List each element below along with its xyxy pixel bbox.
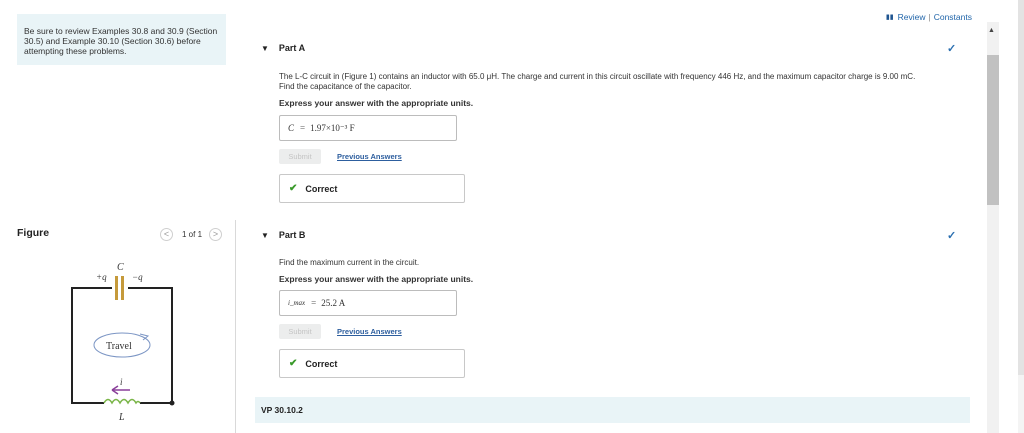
- page-scrollbar-thumb[interactable]: [1018, 0, 1024, 375]
- capacitor-plate-right: [121, 276, 124, 300]
- figure-label: Figure: [17, 227, 50, 239]
- part-b-title: Part B: [278, 230, 306, 240]
- part-a-answer-variable: C: [288, 123, 295, 133]
- current-label: i: [120, 377, 123, 387]
- part-a-correct-feedback: ✔ Correct: [279, 174, 465, 203]
- hint-box: Be sure to review Examples 30.8 and 30.9…: [17, 14, 226, 65]
- part-a-question: The L-C circuit in (Figure 1) contains a…: [279, 72, 969, 91]
- scroll-up-arrow-icon[interactable]: ▲: [988, 27, 995, 34]
- constants-link[interactable]: Constants: [934, 12, 972, 22]
- part-a-question-line2: Find the capacitance of the capacitor.: [279, 81, 412, 91]
- capacitor-gap: [112, 284, 128, 292]
- part-a-submit-button[interactable]: Submit: [279, 149, 321, 164]
- part-b-instruction: Express your answer with the appropriate…: [279, 274, 474, 284]
- capacitor-plate-left: [115, 276, 118, 300]
- part-b-answer-value: 25.2 A: [321, 298, 346, 308]
- inductor-label: L: [118, 412, 125, 423]
- next-section-bar[interactable]: VP 30.10.2: [255, 397, 970, 423]
- next-section-title: VP 30.10.2: [261, 405, 303, 415]
- part-a-header[interactable]: ▼ Part A: [261, 43, 305, 53]
- part-b-check-icon: ✓: [947, 230, 957, 242]
- review-icon: ▮▮: [885, 14, 894, 21]
- lc-circuit-diagram: C +q −q Travel i L: [71, 262, 175, 423]
- part-a-title: Part A: [278, 43, 306, 53]
- figure-pager: < 1 of 1 >: [160, 228, 223, 241]
- next-figure-icon[interactable]: >: [209, 228, 223, 241]
- part-b-status: Correct: [305, 358, 338, 369]
- top-links: ▮▮ Review | Constants: [886, 12, 972, 22]
- part-a-answer-field[interactable]: C = 1.97×10⁻³ F: [279, 115, 457, 141]
- minus-q-label: −q: [132, 272, 143, 282]
- capacitor-label: C: [117, 262, 124, 273]
- part-b-previous-answers-link[interactable]: Previous Answers: [337, 327, 402, 336]
- collapse-triangle-icon[interactable]: ▼: [261, 231, 269, 240]
- figure-count: 1 of 1: [182, 230, 203, 239]
- part-b-submit-button[interactable]: Submit: [279, 324, 321, 339]
- column-divider: [235, 220, 236, 433]
- review-link[interactable]: Review: [898, 12, 926, 22]
- part-a-check-icon: ✓: [947, 43, 957, 55]
- part-b-answer-variable: i_max: [288, 299, 306, 307]
- part-b-question: Find the maximum current in the circuit.: [279, 258, 420, 267]
- collapse-triangle-icon[interactable]: ▼: [261, 44, 269, 53]
- part-a-answer-equals: =: [300, 123, 306, 133]
- part-a-answer-value: 1.97×10⁻³ F: [310, 122, 355, 133]
- part-a-instruction: Express your answer with the appropriate…: [279, 98, 474, 108]
- part-b-answer-equals: =: [311, 298, 317, 308]
- part-b-header[interactable]: ▼ Part B: [261, 230, 305, 240]
- prev-figure-icon[interactable]: <: [160, 228, 173, 241]
- travel-label: Travel: [106, 341, 132, 352]
- link-separator: |: [928, 12, 931, 22]
- part-b-answer-field[interactable]: i_max = 25.2 A: [279, 290, 457, 316]
- correct-check-icon: ✔: [289, 358, 298, 369]
- hint-text: Be sure to review Examples 30.8 and 30.9…: [24, 26, 218, 56]
- part-b-correct-feedback: ✔ Correct: [279, 349, 465, 378]
- correct-check-icon: ✔: [289, 183, 298, 194]
- part-a-question-line1: The L-C circuit in (Figure 1) contains a…: [279, 72, 916, 81]
- part-a-status: Correct: [305, 183, 338, 194]
- scrollbar-thumb[interactable]: [987, 55, 999, 205]
- circuit-node: [169, 400, 175, 406]
- part-a-previous-answers-link[interactable]: Previous Answers: [337, 152, 402, 161]
- plus-q-label: +q: [96, 272, 107, 282]
